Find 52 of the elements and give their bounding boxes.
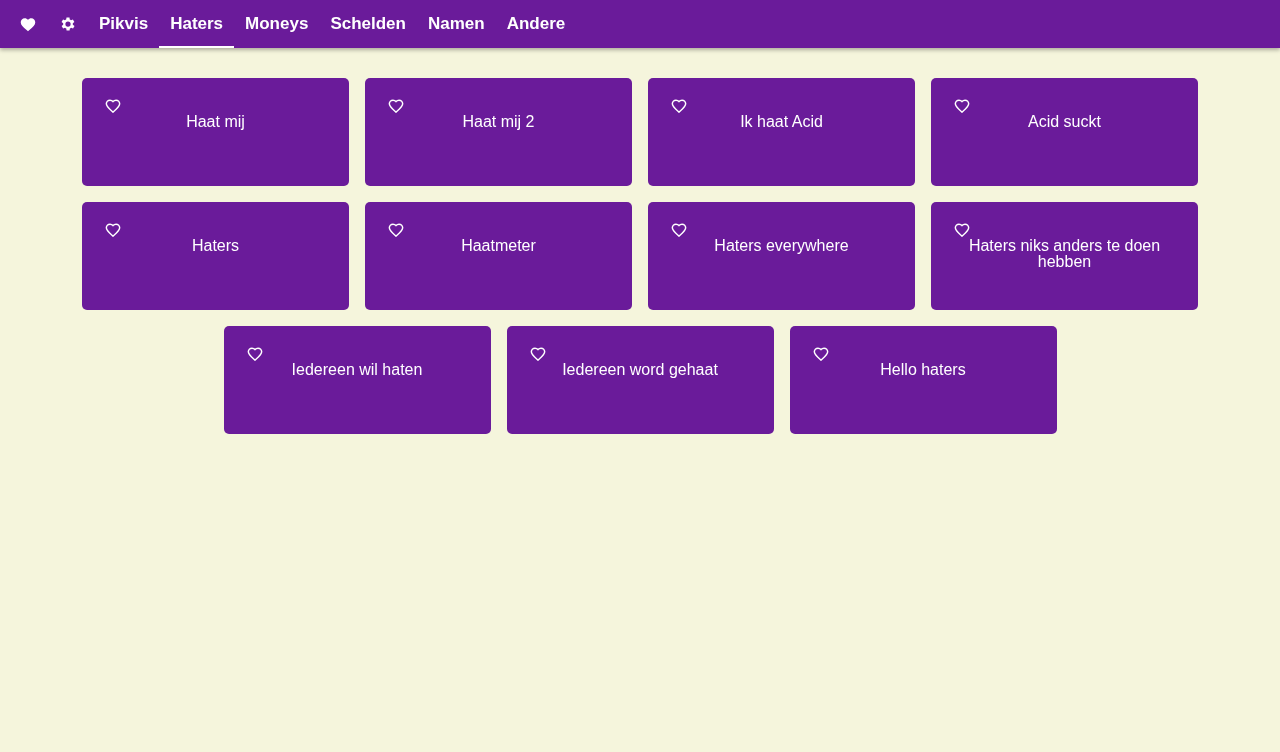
- favorite-button[interactable]: [246, 346, 263, 361]
- favorite-button[interactable]: [812, 346, 829, 361]
- sound-card[interactable]: Haatmeter: [365, 202, 632, 310]
- heart-outline-icon: [954, 98, 970, 113]
- heart-outline-icon: [671, 98, 687, 113]
- favorite-button[interactable]: [671, 222, 687, 237]
- favorite-button[interactable]: [529, 346, 546, 361]
- sound-card[interactable]: Iedereen wil haten: [223, 326, 491, 434]
- favorite-button[interactable]: [388, 222, 404, 237]
- favorite-button[interactable]: [671, 98, 687, 113]
- nav-tab[interactable]: Andere: [495, 0, 577, 48]
- sound-card[interactable]: Haters niks anders te doen hebben: [931, 202, 1198, 310]
- sound-title: Haters: [191, 238, 240, 254]
- settings-icon: [59, 15, 77, 33]
- sound-title: Acid suckt: [1028, 114, 1101, 130]
- heart-outline-icon: [388, 98, 404, 113]
- sound-card[interactable]: Hello haters: [789, 326, 1057, 434]
- nav-tab[interactable]: Moneys: [234, 0, 320, 48]
- sound-title: Haters everywhere: [714, 238, 849, 254]
- favorite-button[interactable]: [388, 98, 404, 113]
- nav-tab[interactable]: Pikvis: [88, 0, 160, 48]
- sound-title: Haat mij: [186, 114, 245, 130]
- favorite-button[interactable]: [954, 98, 970, 113]
- favorite-button[interactable]: [954, 222, 970, 237]
- favorite-button[interactable]: [105, 222, 121, 237]
- sound-card[interactable]: Haters: [82, 202, 349, 310]
- sound-card[interactable]: Acid suckt: [931, 78, 1198, 186]
- heart-icon: [19, 16, 37, 32]
- sound-card[interactable]: Haters everywhere: [648, 202, 915, 310]
- heart-outline-icon: [246, 346, 263, 361]
- favorite-button[interactable]: [105, 98, 121, 113]
- sound-title: Ik haat Acid: [740, 114, 823, 130]
- nav-tab[interactable]: Namen: [416, 0, 496, 48]
- heart-outline-icon: [529, 346, 546, 361]
- heart-outline-icon: [388, 222, 404, 237]
- sound-card[interactable]: Haat mij: [82, 78, 349, 186]
- sound-title: Haters niks anders te doen hebben: [967, 238, 1162, 270]
- sound-title: Iedereen wil haten: [291, 362, 423, 378]
- sound-title: Haatmeter: [461, 238, 536, 254]
- nav-tab[interactable]: Haters: [159, 0, 235, 48]
- sound-title: Haat mij 2: [462, 114, 535, 130]
- heart-outline-icon: [105, 98, 121, 113]
- heart-outline-icon: [954, 222, 970, 237]
- sound-title: Hello haters: [880, 362, 966, 378]
- nav-tab[interactable]: Schelden: [319, 0, 417, 48]
- heart-outline-icon: [105, 222, 121, 237]
- heart-outline-icon: [812, 346, 829, 361]
- heart-outline-icon: [671, 222, 687, 237]
- sound-card[interactable]: Ik haat Acid: [648, 78, 915, 186]
- sound-card[interactable]: Iedereen word gehaat: [506, 326, 774, 434]
- sound-title: Iedereen word gehaat: [562, 362, 718, 378]
- sound-card[interactable]: Haat mij 2: [365, 78, 632, 186]
